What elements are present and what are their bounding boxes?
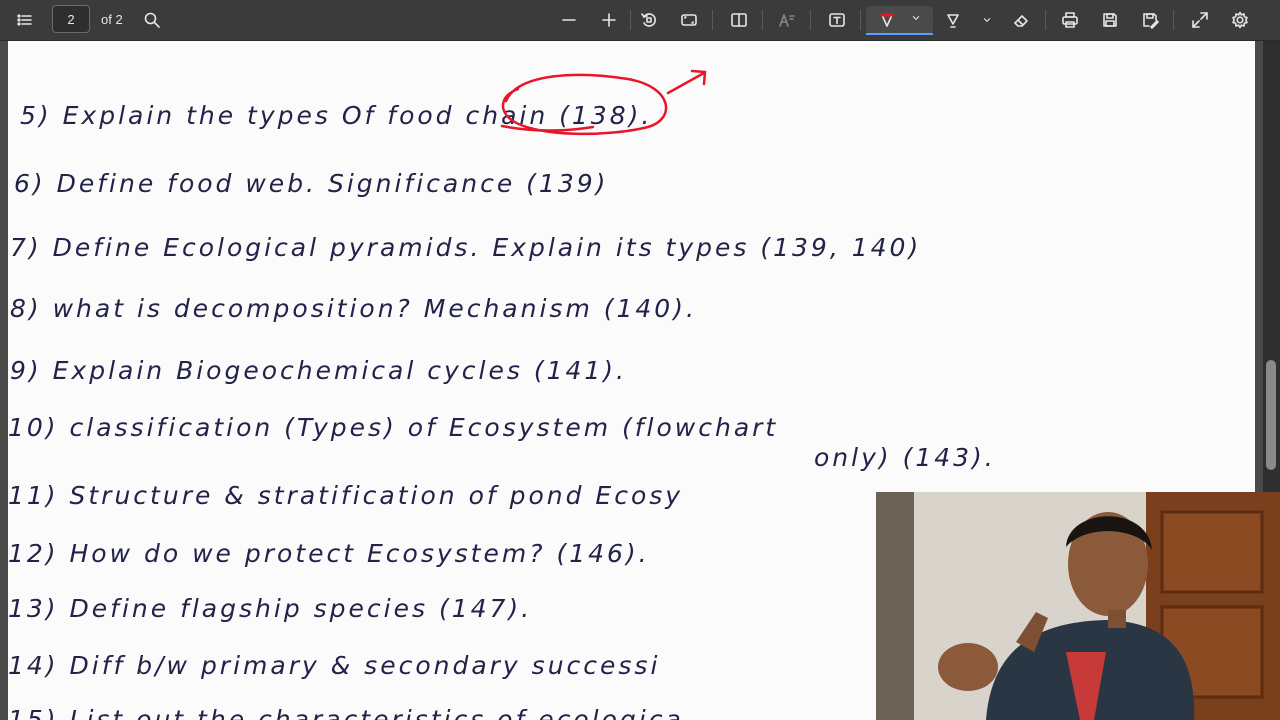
question-line-10-cont: only) (143). (814, 443, 996, 472)
question-line-15: 15) List out the characteristics of ecol… (8, 705, 684, 720)
presenter-video-overlay (876, 492, 1280, 720)
read-aloud-icon[interactable] (774, 6, 800, 34)
zoom-out-icon[interactable] (556, 6, 582, 34)
print-icon[interactable] (1057, 6, 1083, 34)
question-line-6: 6) Define food web. Significance (139) (14, 169, 609, 198)
zoom-in-icon[interactable] (596, 6, 622, 34)
fit-page-icon[interactable] (676, 6, 702, 34)
question-line-13: 13) Define flagship species (147). (8, 594, 533, 623)
save-as-icon[interactable] (1137, 6, 1163, 34)
text-box-icon[interactable] (824, 6, 850, 34)
contents-icon[interactable] (12, 6, 38, 34)
presenter-video-icon (876, 492, 1280, 720)
page-total-label: of 2 (101, 12, 123, 27)
rotate-icon[interactable] (636, 6, 662, 34)
eraser-icon[interactable] (1008, 6, 1034, 34)
question-line-11: 11) Structure & stratification of pond E… (8, 481, 684, 510)
active-tool-indicator (866, 33, 933, 35)
highlight-options-chevron-icon[interactable] (978, 6, 996, 34)
draw-tool-button[interactable] (866, 6, 933, 34)
highlight-icon[interactable] (940, 6, 966, 34)
question-line-8: 8) what is decomposition? Mechanism (140… (10, 294, 697, 323)
question-line-10: 10) classification (Types) of Ecosystem … (8, 413, 779, 442)
search-icon[interactable] (139, 6, 165, 34)
save-icon[interactable] (1097, 6, 1123, 34)
question-line-7: 7) Define Ecological pyramids. Explain i… (10, 233, 922, 262)
settings-icon[interactable] (1227, 6, 1253, 34)
page-number-input[interactable]: 2 (52, 5, 90, 33)
question-line-9: 9) Explain Biogeochemical cycles (141). (10, 356, 627, 385)
fullscreen-icon[interactable] (1187, 6, 1213, 34)
question-line-14: 14) Diff b/w primary & secondary success… (8, 651, 661, 680)
page-view-icon[interactable] (726, 6, 752, 34)
question-line-5: 5) Explain the types Of food chain (138)… (20, 101, 653, 130)
scrollbar-thumb[interactable] (1266, 360, 1276, 470)
draw-icon (878, 11, 910, 29)
question-line-12: 12) How do we protect Ecosystem? (146). (8, 539, 650, 568)
chevron-down-icon (910, 11, 922, 29)
pdf-toolbar: 2 of 2 (0, 0, 1280, 41)
